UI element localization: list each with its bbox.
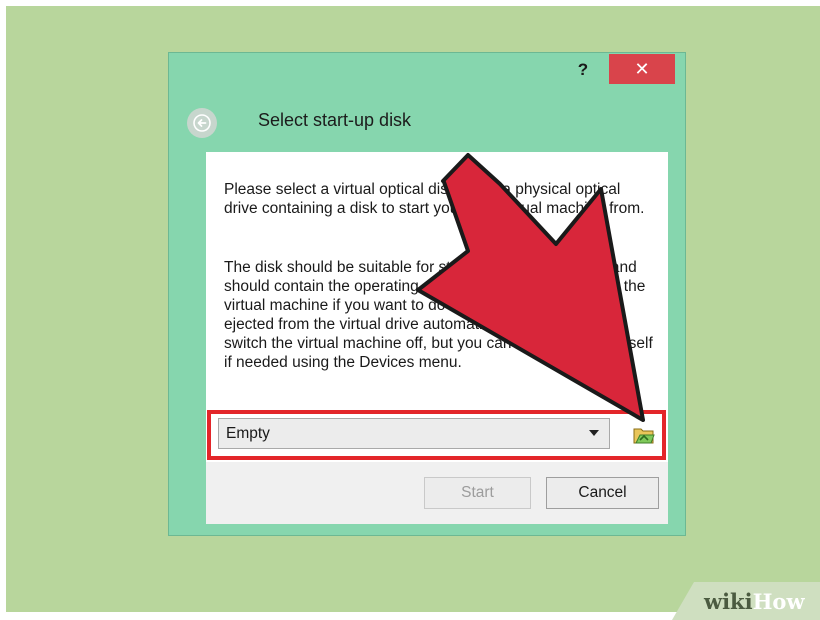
back-button[interactable]	[187, 108, 217, 138]
watermark-how: How	[752, 588, 805, 614]
highlight-box	[207, 410, 666, 460]
back-arrow-icon	[193, 114, 211, 132]
frame-left-edge	[0, 0, 6, 620]
frame-top-edge	[0, 0, 820, 6]
description-paragraph-2: The disk should be suitable for starting…	[224, 259, 653, 371]
close-button[interactable]: ✕	[609, 54, 675, 84]
start-button[interactable]: Start	[424, 477, 531, 509]
cancel-button[interactable]: Cancel	[546, 477, 659, 509]
help-button[interactable]: ?	[568, 56, 598, 84]
watermark: wiki How	[672, 582, 820, 620]
description-paragraph-1: Please select a virtual optical disk fil…	[224, 181, 645, 217]
watermark-wiki: wiki	[704, 588, 753, 614]
close-icon: ✕	[634, 58, 650, 79]
page-title: Select start-up disk	[258, 110, 412, 130]
